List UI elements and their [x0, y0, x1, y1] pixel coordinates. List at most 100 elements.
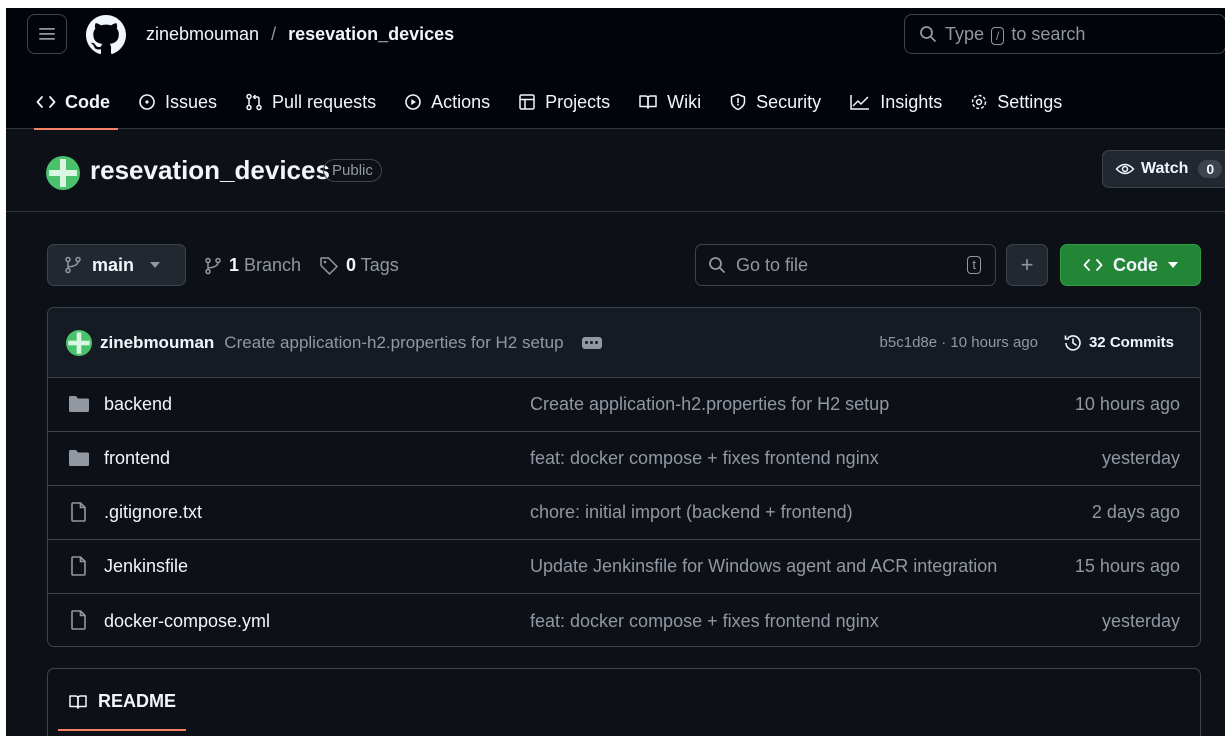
- tab-label: Wiki: [667, 91, 702, 112]
- search-icon: [920, 26, 936, 42]
- search-icon: [709, 257, 725, 273]
- tab-label: Pull requests: [272, 91, 377, 112]
- global-header: zinebmouman / resevation_devices Type / …: [6, 8, 1225, 130]
- menu-button[interactable]: [27, 14, 67, 54]
- tab-settings[interactable]: Settings: [970, 82, 1062, 122]
- history-icon: [1064, 334, 1081, 351]
- go-to-file-placeholder: Go to file: [736, 254, 809, 275]
- repo-avatar[interactable]: [46, 156, 80, 190]
- tab-actions[interactable]: Actions: [404, 82, 490, 122]
- commits-link[interactable]: 32 Commits: [1063, 333, 1174, 353]
- commit-hash-time[interactable]: b5c1d8e · 10 hours ago: [880, 334, 1038, 351]
- readme-label: README: [98, 691, 177, 711]
- branch-icon: [205, 257, 221, 274]
- file-date: yesterday: [1101, 448, 1180, 468]
- caret-down-icon: [150, 262, 161, 268]
- commit-author[interactable]: zinebmouman: [100, 333, 214, 353]
- shield-icon: [730, 93, 746, 111]
- table-row[interactable]: Jenkinsfile Update Jenkinsfile for Windo…: [48, 540, 1200, 594]
- file-name[interactable]: .gitignore.txt: [104, 502, 202, 523]
- add-file-button[interactable]: +: [1006, 244, 1048, 286]
- file-date: yesterday: [1101, 610, 1180, 631]
- branches-label: Branch: [244, 255, 302, 275]
- folder-icon: [69, 396, 89, 412]
- tab-security[interactable]: Security: [729, 82, 821, 122]
- github-repo-page: zinebmouman / resevation_devices Type / …: [6, 8, 1225, 736]
- table-row[interactable]: docker-compose.yml feat: docker compose …: [48, 594, 1200, 646]
- tab-label: Security: [756, 91, 822, 112]
- global-search-input[interactable]: Type / to search: [904, 14, 1225, 54]
- branch-name: main: [92, 254, 135, 275]
- tab-label: Issues: [165, 91, 218, 112]
- file-commit-message[interactable]: feat: docker compose + fixes frontend ng…: [530, 448, 879, 469]
- caret-down-icon: [1168, 262, 1178, 268]
- table-row[interactable]: backend Create application-h2.properties…: [48, 378, 1200, 432]
- breadcrumb-owner[interactable]: zinebmouman: [146, 24, 259, 45]
- repo-header: resevation_devices Public Watch 0: [6, 129, 1225, 212]
- pull-request-icon: [246, 93, 262, 111]
- go-to-file-shortcut: t: [967, 256, 981, 274]
- table-row[interactable]: frontend feat: docker compose + fixes fr…: [48, 432, 1200, 486]
- branches-link[interactable]: 1 Branch: [204, 255, 301, 276]
- tab-code[interactable]: Code: [34, 82, 118, 130]
- commit-message[interactable]: Create application-h2.properties for H2 …: [224, 333, 563, 353]
- tab-projects[interactable]: Projects: [518, 82, 610, 122]
- expand-commit-message-button[interactable]: [581, 336, 602, 349]
- commits-label: 32 Commits: [1088, 334, 1174, 351]
- visibility-badge: Public: [323, 159, 382, 182]
- code-icon: [1083, 259, 1103, 271]
- go-to-file-input[interactable]: Go to file t: [695, 244, 996, 286]
- file-date: 15 hours ago: [1074, 556, 1180, 576]
- folder-icon: [69, 450, 89, 466]
- tab-label: Projects: [545, 91, 611, 112]
- file-commit-message[interactable]: Create application-h2.properties for H2 …: [530, 394, 889, 415]
- repo-title[interactable]: resevation_devices: [90, 155, 330, 186]
- tab-label: Insights: [880, 91, 943, 112]
- readme-tab[interactable]: README: [68, 691, 176, 712]
- watch-count: 0: [1198, 160, 1223, 178]
- file-commit-message[interactable]: Update Jenkinsfile for Windows agent and…: [530, 556, 997, 577]
- tab-insights[interactable]: Insights: [849, 82, 942, 122]
- tab-wiki[interactable]: Wiki: [638, 82, 701, 122]
- table-icon: [519, 94, 535, 110]
- eye-icon: [1115, 163, 1135, 175]
- branches-count: 1: [229, 255, 240, 275]
- file-name[interactable]: backend: [104, 394, 172, 415]
- file-name[interactable]: docker-compose.yml: [104, 611, 270, 632]
- file-icon: [71, 610, 86, 630]
- github-logo-icon[interactable]: [86, 15, 126, 55]
- tags-label: Tags: [360, 255, 399, 275]
- author-avatar[interactable]: [66, 329, 92, 356]
- tab-issues[interactable]: Issues: [138, 82, 217, 122]
- file-name[interactable]: frontend: [104, 448, 170, 469]
- search-shortcut-key: /: [991, 26, 1005, 45]
- code-icon: [36, 96, 56, 108]
- file-commit-message[interactable]: chore: initial import (backend + fronten…: [530, 502, 853, 523]
- file-date: 10 hours ago: [1074, 394, 1180, 414]
- play-icon: [405, 94, 421, 110]
- table-row[interactable]: .gitignore.txt chore: initial import (ba…: [48, 486, 1200, 540]
- plus-icon: +: [1020, 252, 1034, 277]
- tab-pull-requests[interactable]: Pull requests: [245, 82, 376, 122]
- code-button[interactable]: Code: [1060, 244, 1201, 286]
- graph-icon: [850, 95, 870, 110]
- hamburger-icon: [39, 28, 55, 40]
- book-icon: [69, 694, 87, 709]
- tags-count: 0: [346, 255, 357, 275]
- branch-selector[interactable]: main: [47, 244, 186, 286]
- tags-link[interactable]: 0 Tags: [319, 255, 399, 276]
- repo-nav-tabs: Code Issues Pull requests Actions Projec…: [34, 82, 1062, 130]
- breadcrumb: zinebmouman / resevation_devices: [146, 24, 454, 45]
- file-name[interactable]: Jenkinsfile: [104, 556, 188, 577]
- breadcrumb-repo[interactable]: resevation_devices: [288, 24, 454, 45]
- file-date: 2 days ago: [1091, 502, 1180, 522]
- breadcrumb-separator: /: [271, 24, 277, 44]
- watch-button[interactable]: Watch 0: [1102, 150, 1225, 188]
- tag-icon: [320, 256, 338, 275]
- file-commit-message[interactable]: feat: docker compose + fixes frontend ng…: [530, 611, 879, 632]
- readme-panel: README: [47, 668, 1201, 736]
- file-icon: [71, 556, 86, 576]
- gear-icon: [971, 94, 987, 110]
- book-icon: [639, 95, 657, 109]
- issue-icon: [139, 94, 155, 110]
